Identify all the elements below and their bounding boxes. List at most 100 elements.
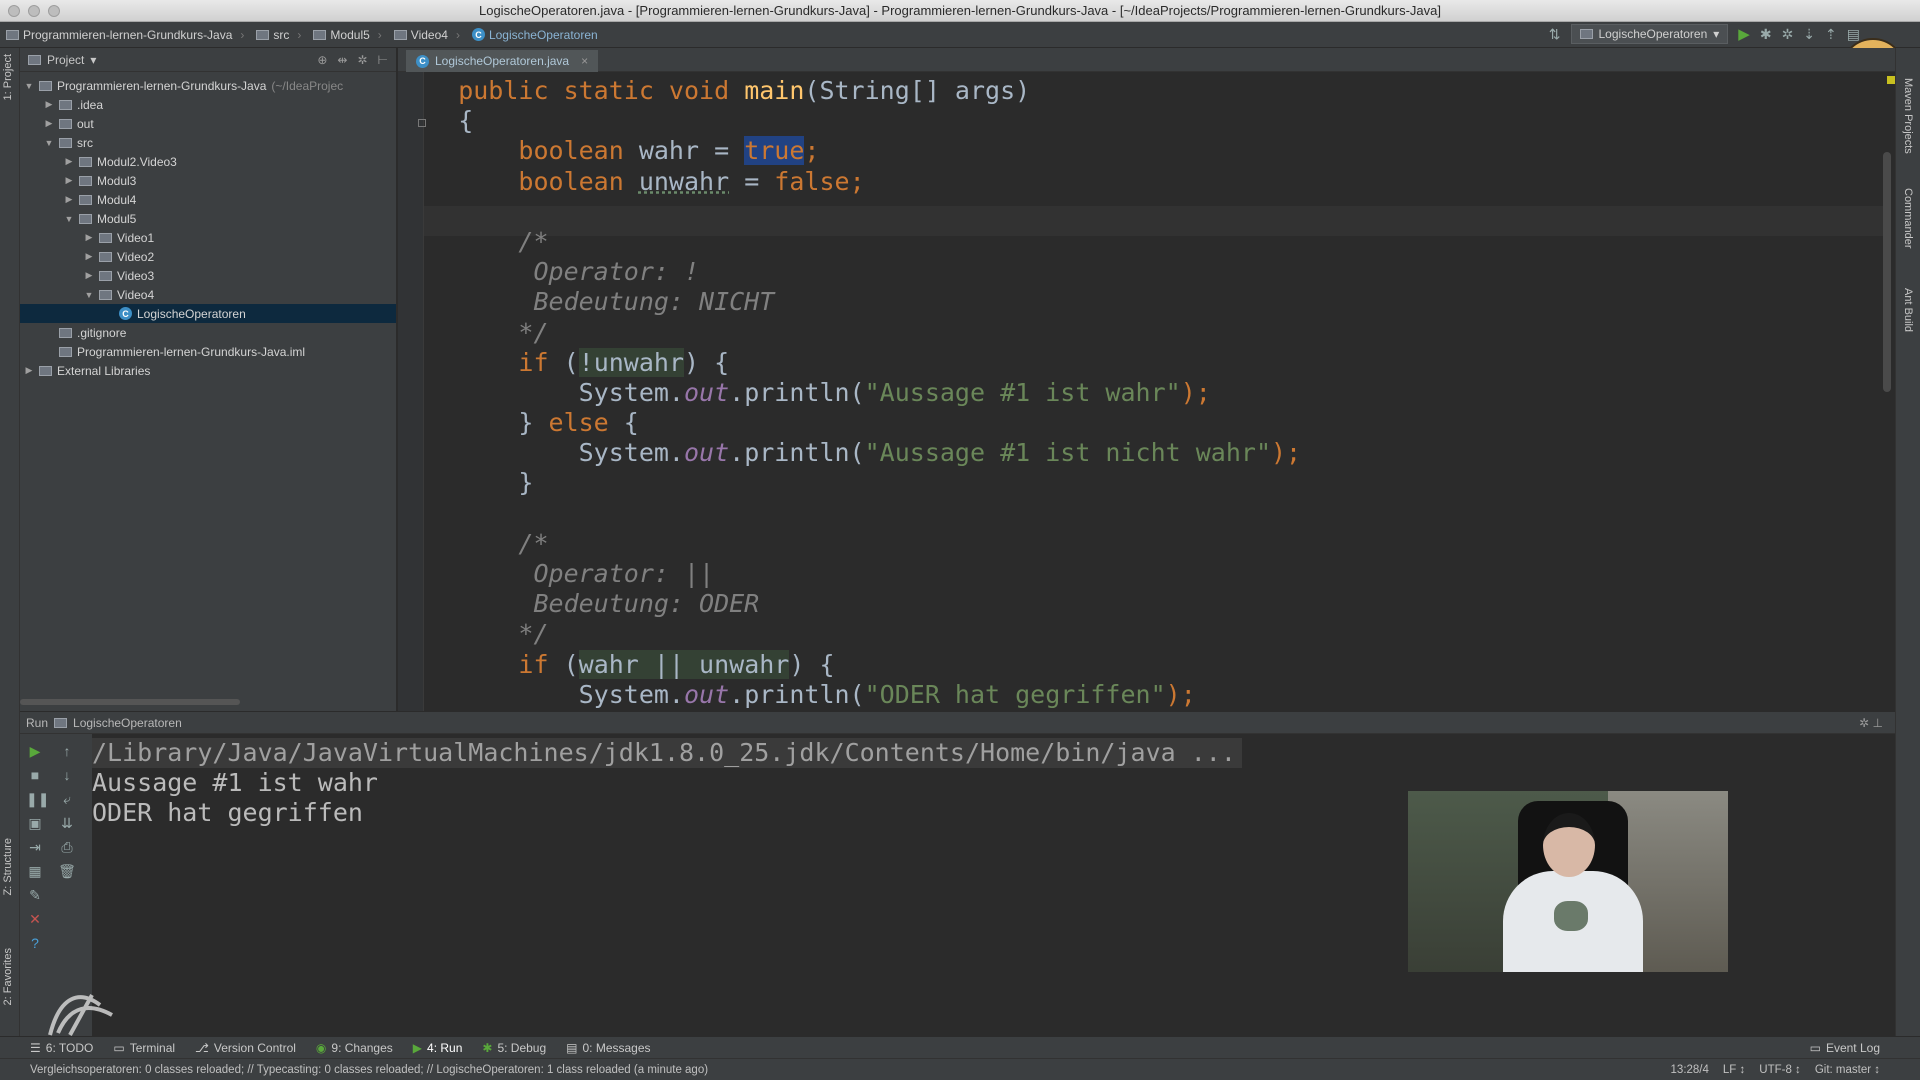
chevron-right-icon[interactable]: ▶ xyxy=(84,251,94,262)
ant-build-tab[interactable]: Ant Build xyxy=(1902,288,1914,332)
print-icon[interactable]: ⎙ xyxy=(58,838,76,856)
tree-node[interactable]: ▼ Modul5 xyxy=(20,209,396,228)
project-tool-tab[interactable]: 1: Project xyxy=(2,54,14,100)
code-line[interactable]: System.out.println("Aussage #1 ist nicht… xyxy=(398,438,1302,468)
maven-projects-tab[interactable]: Maven Projects xyxy=(1902,78,1914,154)
chevron-right-icon[interactable]: ▶ xyxy=(44,99,54,110)
code-text[interactable]: public static void main(String[] args) {… xyxy=(398,76,1301,710)
tree-node[interactable]: ▶ Video1 xyxy=(20,228,396,247)
code-line[interactable]: public static void main(String[] args) xyxy=(398,76,1301,106)
run-configuration-select[interactable]: LogischeOperatoren ▾ xyxy=(1570,24,1729,44)
horizontal-scrollbar[interactable] xyxy=(20,699,240,705)
tool-window-button[interactable]: ▭ Terminal xyxy=(103,1041,185,1055)
tree-node[interactable]: ▶ out xyxy=(20,114,396,133)
tree-node[interactable]: ▶ Modul4 xyxy=(20,190,396,209)
chevron-down-icon[interactable]: ▼ xyxy=(24,81,34,91)
chevron-down-icon[interactable]: ▼ xyxy=(64,214,74,224)
chevron-down-icon[interactable]: ▾ xyxy=(90,53,96,67)
chevron-right-icon[interactable]: ▶ xyxy=(64,156,74,167)
breadcrumb-src[interactable]: src › xyxy=(250,28,307,42)
coverage-icon[interactable]: ✲ xyxy=(1782,26,1794,43)
code-line[interactable]: Operator: || xyxy=(398,559,1301,589)
tree-node[interactable]: .gitignore xyxy=(20,323,396,342)
tree-node[interactable]: ▼ Video4 xyxy=(20,285,396,304)
rerun-icon[interactable]: ▶ xyxy=(26,742,44,760)
code-line[interactable]: System.out.println("Aussage #1 ist wahr"… xyxy=(398,378,1301,408)
code-line[interactable]: */ xyxy=(398,619,1301,649)
run-icon[interactable]: ▶ xyxy=(1738,25,1750,43)
tree-node[interactable]: Programmieren-lernen-Grundkurs-Java.iml xyxy=(20,342,396,361)
clear-icon[interactable]: 🗑 xyxy=(58,862,76,880)
breadcrumb-class[interactable]: C LogischeOperatoren xyxy=(466,28,604,42)
file-encoding[interactable]: UTF-8 ↕ xyxy=(1759,1064,1801,1076)
chevron-right-icon[interactable]: ▶ xyxy=(84,270,94,281)
close-tab-icon[interactable]: × xyxy=(581,54,588,68)
line-separator[interactable]: LF ↕ xyxy=(1723,1064,1745,1076)
collapse-all-icon[interactable]: ⇹ xyxy=(337,53,347,67)
chevron-right-icon[interactable]: ▶ xyxy=(24,365,34,376)
code-line[interactable]: boolean wahr = true; xyxy=(398,136,1301,166)
code-line[interactable]: */ xyxy=(398,318,1301,348)
editor-tab-logischeoperatoren[interactable]: C LogischeOperatoren.java × xyxy=(406,50,599,72)
exit-icon[interactable]: ⇥ xyxy=(26,838,44,856)
pin-icon[interactable]: ✎ xyxy=(26,886,44,904)
tree-node[interactable]: ▶ Video2 xyxy=(20,247,396,266)
code-line[interactable]: Bedeutung: ODER xyxy=(398,589,1301,619)
code-editor[interactable]: public static void main(String[] args) {… xyxy=(398,72,1895,711)
code-line[interactable]: System.out.println("ODER hat gegriffen")… xyxy=(398,680,1301,710)
breadcrumb-video4[interactable]: Video4 › xyxy=(388,28,466,42)
minimize-window-button[interactable] xyxy=(28,5,40,17)
tool-window-button[interactable]: ◉ 9: Changes xyxy=(306,1041,403,1055)
window-controls[interactable] xyxy=(8,5,60,17)
editor-scrollbar[interactable] xyxy=(1883,152,1891,392)
code-line[interactable]: boolean unwahr = false; xyxy=(398,167,1301,197)
chevron-right-icon[interactable]: ▶ xyxy=(44,118,54,129)
tree-node[interactable]: C LogischeOperatoren xyxy=(20,304,396,323)
code-line[interactable]: if (!unwahr) { xyxy=(398,347,1301,378)
soft-wrap-icon[interactable]: ⤶ xyxy=(58,790,76,808)
code-line[interactable]: { xyxy=(398,106,1301,136)
close-window-button[interactable] xyxy=(8,5,20,17)
favorites-tool-tab[interactable]: 2: Favorites xyxy=(2,948,14,1005)
chevron-right-icon[interactable]: ▶ xyxy=(64,194,74,205)
project-view-select[interactable]: Project xyxy=(47,53,84,67)
caret-position[interactable]: 13:28/4 xyxy=(1671,1064,1709,1076)
chevron-right-icon[interactable]: ▶ xyxy=(84,232,94,243)
close-icon[interactable]: ✕ xyxy=(26,910,44,928)
tree-node[interactable]: ▶ Modul3 xyxy=(20,171,396,190)
help-icon[interactable]: ? xyxy=(26,934,44,952)
code-line[interactable]: if (wahr || unwahr) { xyxy=(398,649,1301,680)
stop-icon[interactable]: ■ xyxy=(26,766,44,784)
run-tab-label[interactable]: LogischeOperatoren xyxy=(73,716,182,730)
tree-node[interactable]: ▼ Programmieren-lernen-Grundkurs-Java (~/I… xyxy=(20,76,396,95)
commander-tab[interactable]: Commander xyxy=(1902,188,1914,249)
chevron-right-icon[interactable]: ▶ xyxy=(64,175,74,186)
hide-panel-icon[interactable]: ⊢ xyxy=(378,53,388,67)
down-icon[interactable]: ↓ xyxy=(58,766,76,784)
event-log-button[interactable]: ▭ Event Log xyxy=(1800,1041,1890,1055)
code-line[interactable]: Operator: ! xyxy=(398,257,1301,287)
tree-node[interactable]: ▼ src xyxy=(20,133,396,152)
tool-window-button[interactable]: ▶ 4: Run xyxy=(403,1041,473,1055)
inspection-marker-icon[interactable] xyxy=(1887,76,1895,84)
chevron-down-icon[interactable]: ▼ xyxy=(44,138,54,148)
zoom-window-button[interactable] xyxy=(48,5,60,17)
up-icon[interactable]: ↑ xyxy=(58,742,76,760)
debug-icon[interactable]: ✱ xyxy=(1760,26,1772,43)
gear-icon[interactable]: ✲ xyxy=(357,53,367,67)
scroll-end-icon[interactable]: ⇊ xyxy=(58,814,76,832)
build-icon[interactable]: ⇅ xyxy=(1549,26,1561,43)
scroll-from-source-icon[interactable]: ⊕ xyxy=(317,53,327,67)
pause-icon[interactable]: ❚❚ xyxy=(26,790,49,808)
code-line[interactable]: /* xyxy=(398,227,1301,257)
code-line[interactable]: Bedeutung: NICHT xyxy=(398,287,1301,317)
tree-node[interactable]: ▶ Video3 xyxy=(20,266,396,285)
breadcrumb-project[interactable]: Programmieren-lernen-Grundkurs-Java › xyxy=(0,28,250,42)
code-line[interactable]: } else { xyxy=(398,408,1301,438)
gear-icon[interactable]: ✲ ⊥ xyxy=(1859,716,1883,730)
code-line[interactable]: } xyxy=(398,468,1301,498)
structure-tool-tab[interactable]: Z: Structure xyxy=(2,838,14,895)
tool-window-button[interactable]: ☰ 6: TODO xyxy=(0,1041,103,1055)
vcs-commit-icon[interactable]: ⇡ xyxy=(1825,26,1837,43)
tree-node[interactable]: ▶ External Libraries xyxy=(20,361,396,380)
